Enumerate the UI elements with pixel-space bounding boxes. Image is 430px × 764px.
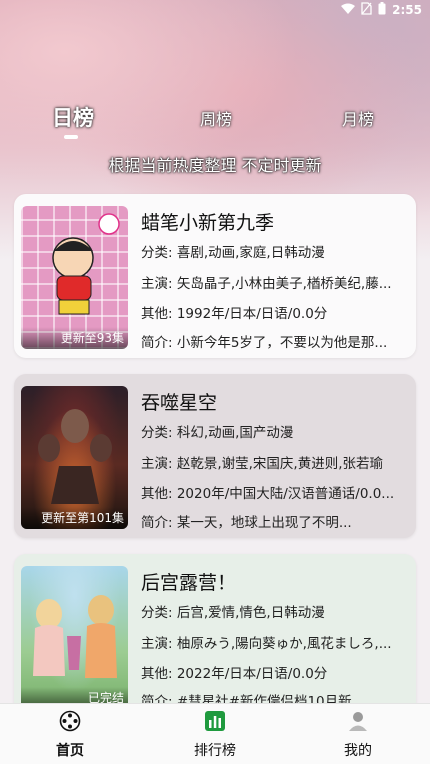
item-category: 分类: 后宫,爱情,情色,日韩动漫 [141, 605, 325, 621]
item-title: 吞噬星空 [141, 392, 218, 414]
bottom-navigation: 首页 排行榜 我的 [0, 703, 430, 764]
ranking-card[interactable]: 更新至第101集 吞噬星空 分类: 科幻,动画,国产动漫 主演: 赵乾景,谢莹,… [14, 374, 416, 538]
nav-profile[interactable]: 我的 [318, 710, 398, 760]
item-cast: 主演: 矢岛晶子,小林由美子,楢桥美纪,藤... [141, 276, 392, 292]
item-intro: 简介: 某一天，地球上出现了不明... [141, 515, 352, 531]
item-other: 其他: 1992年/日本/日语/0.0分 [141, 306, 328, 322]
user-profile-icon [347, 712, 369, 736]
film-reel-icon [59, 710, 81, 736]
item-other: 其他: 2022年/日本/日语/0.0分 [141, 666, 328, 682]
nav-ranking-label: 排行榜 [194, 743, 236, 759]
wifi-icon [341, 3, 356, 18]
battery-icon [378, 2, 386, 18]
poster-image: 已完结 [21, 566, 128, 709]
ranking-chart-icon [204, 711, 226, 736]
tab-daily[interactable]: 日榜 [52, 102, 94, 132]
sim-icon [361, 2, 372, 18]
item-category: 分类: 科幻,动画,国产动漫 [141, 425, 294, 441]
item-title: 后宫露营！ [141, 572, 237, 594]
tab-weekly[interactable]: 周榜 [200, 106, 232, 130]
nav-home-label: 首页 [56, 743, 84, 759]
episode-badge: 更新至第101集 [21, 507, 128, 529]
nav-profile-label: 我的 [344, 743, 372, 759]
item-intro: 简介: 小新今年5岁了，不要以为他是那... [141, 335, 388, 351]
poster-image: 更新至93集 [21, 206, 128, 349]
item-category: 分类: 喜剧,动画,家庭,日韩动漫 [141, 245, 325, 261]
nav-ranking[interactable]: 排行榜 [175, 710, 255, 760]
item-title: 蜡笔小新第九季 [141, 212, 275, 234]
clock: 2:55 [392, 3, 422, 17]
ranking-subtitle: 根据当前热度整理 不定时更新 [108, 156, 322, 175]
ranking-card[interactable]: 更新至93集 蜡笔小新第九季 分类: 喜剧,动画,家庭,日韩动漫 主演: 矢岛晶… [14, 194, 416, 358]
item-cast: 主演: 柚原みう,陽向葵ゅか,風花ましろ,... [141, 636, 392, 652]
status-bar: 2:55 [0, 0, 430, 20]
item-other: 其他: 2020年/中国大陆/汉语普通话/0.0... [141, 486, 395, 502]
nav-home[interactable]: 首页 [30, 710, 110, 760]
episode-badge: 更新至93集 [21, 327, 128, 349]
tab-monthly[interactable]: 月榜 [342, 106, 374, 130]
ranking-tabs: 日榜 周榜 月榜 [0, 100, 430, 140]
active-tab-indicator [64, 135, 78, 139]
poster-image: 更新至第101集 [21, 386, 128, 529]
ranking-card[interactable]: 已完结 后宫露营！ 分类: 后宫,爱情,情色,日韩动漫 主演: 柚原みう,陽向葵… [14, 554, 416, 714]
item-cast: 主演: 赵乾景,谢莹,宋国庆,黄进则,张若瑜 [141, 456, 384, 472]
